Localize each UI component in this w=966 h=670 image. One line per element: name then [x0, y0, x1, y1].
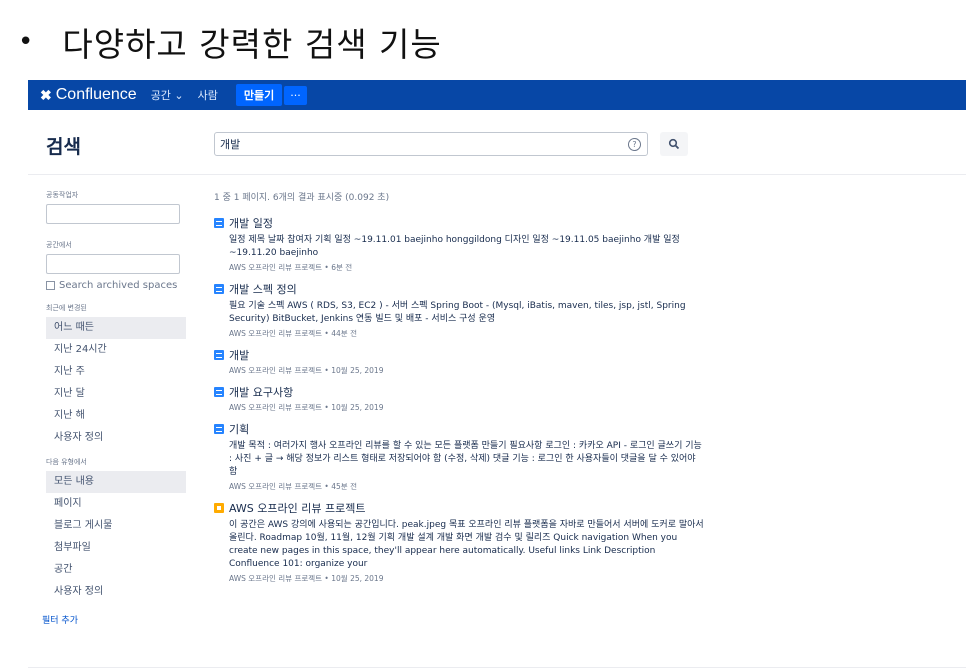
- confluence-window: ✖ Confluence 공간 ⌄ 사람 만들기 ··· 검색 개발 ? 공동작…: [28, 80, 966, 670]
- add-filter-link[interactable]: 필터 추가: [42, 613, 186, 626]
- modified-option-month[interactable]: 지난 달: [46, 383, 186, 405]
- create-button[interactable]: 만들기: [235, 84, 283, 106]
- filter-sidebar: 공동작업자 공간에서 Search archived spaces 최근에 변경…: [42, 190, 186, 626]
- space-filter-input[interactable]: [46, 254, 180, 274]
- page-icon: [214, 218, 224, 228]
- result-item: 개발 AWS 오프라인 리뷰 프로젝트 • 10월 25, 2019: [214, 347, 704, 376]
- page-icon: [214, 284, 224, 294]
- modified-option-24h[interactable]: 지난 24시간: [46, 339, 186, 361]
- help-icon[interactable]: ?: [628, 138, 641, 151]
- confluence-logo-text: Confluence: [55, 86, 137, 103]
- contributor-filter-input[interactable]: [46, 204, 180, 224]
- type-option-space[interactable]: 공간: [46, 559, 186, 581]
- result-item: 개발 일정 일정 제목 날짜 참여자 기획 일정 ~19.11.01 baeji…: [214, 215, 704, 273]
- search-results: 1 중 1 페이지. 6개의 결과 표시중 (0.092 초) 개발 일정 일정…: [214, 190, 704, 592]
- result-meta: AWS 오프라인 리뷰 프로젝트 • 10월 25, 2019: [229, 366, 384, 375]
- space-filter-label: 공간에서: [46, 241, 72, 249]
- search-header: 검색 개발 ?: [28, 124, 966, 175]
- result-meta: AWS 오프라인 리뷰 프로젝트 • 45분 전: [229, 482, 357, 491]
- type-option-attachment[interactable]: 첨부파일: [46, 537, 186, 559]
- page-icon: [214, 350, 224, 360]
- confluence-logo-icon: ✖: [40, 86, 52, 103]
- result-snippet: 이 공간은 AWS 강의에 사용되는 공간입니다. peak.jpeg 목표 오…: [229, 520, 704, 569]
- result-title[interactable]: 개발 일정: [229, 215, 273, 231]
- result-title[interactable]: AWS 오프라인 리뷰 프로젝트: [229, 500, 365, 516]
- confluence-logo[interactable]: ✖ Confluence: [40, 86, 137, 104]
- result-title[interactable]: 개발 스펙 정의: [229, 281, 297, 297]
- slide-bullet: •: [18, 27, 35, 57]
- main-nav: 공간 ⌄ 사람 만들기 ···: [151, 84, 307, 106]
- modified-filter-label: 최근에 변경된: [46, 304, 87, 312]
- search-icon: [668, 138, 680, 150]
- result-meta: AWS 오프라인 리뷰 프로젝트 • 10월 25, 2019: [229, 403, 384, 412]
- result-snippet: 개발 목적 : 여러가지 행사 오프라인 리뷰를 할 수 있는 모든 플랫폼 만…: [229, 441, 702, 477]
- nav-people[interactable]: 사람: [198, 87, 218, 103]
- result-item: 개발 스펙 정의 필요 기술 스펙 AWS ( RDS, S3, EC2 ) -…: [214, 281, 704, 339]
- top-navigation-bar: ✖ Confluence 공간 ⌄ 사람 만들기 ···: [28, 80, 966, 110]
- result-item: 기획 개발 목적 : 여러가지 행사 오프라인 리뷰를 할 수 있는 모든 플랫…: [214, 421, 704, 492]
- modified-option-year[interactable]: 지난 해: [46, 405, 186, 427]
- type-option-blog[interactable]: 블로그 게시물: [46, 515, 186, 537]
- type-option-all[interactable]: 모든 내용: [46, 471, 186, 493]
- result-snippet: 일정 제목 날짜 참여자 기획 일정 ~19.11.01 baejinho ho…: [229, 235, 680, 258]
- result-title[interactable]: 기획: [229, 421, 249, 437]
- result-title[interactable]: 개발: [229, 347, 249, 363]
- type-option-custom[interactable]: 사용자 정의: [46, 581, 186, 603]
- search-query: 개발: [220, 138, 241, 151]
- space-icon: [214, 503, 224, 513]
- archived-spaces-label: Search archived spaces: [59, 280, 178, 291]
- type-filter-label: 다음 유형에서: [46, 458, 87, 466]
- page-icon: [214, 387, 224, 397]
- slide-title: • 다양하고 강력한 검색 기능: [18, 18, 442, 66]
- footer-divider: [28, 667, 966, 668]
- slide-title-text: 다양하고 강력한 검색 기능: [62, 25, 442, 64]
- modified-option-any[interactable]: 어느 때든: [46, 317, 186, 339]
- nav-spaces[interactable]: 공간 ⌄: [151, 87, 184, 103]
- result-item: 개발 요구사항 AWS 오프라인 리뷰 프로젝트 • 10월 25, 2019: [214, 384, 704, 413]
- checkbox-icon: [46, 281, 55, 290]
- archived-spaces-checkbox[interactable]: Search archived spaces: [46, 280, 186, 291]
- result-meta: AWS 오프라인 리뷰 프로젝트 • 10월 25, 2019: [229, 574, 384, 583]
- contributor-filter-label: 공동작업자: [46, 191, 79, 199]
- modified-option-custom[interactable]: 사용자 정의: [46, 427, 186, 449]
- result-snippet: 필요 기술 스펙 AWS ( RDS, S3, EC2 ) - 서버 스펙 Sp…: [229, 301, 686, 324]
- page-icon: [214, 424, 224, 434]
- results-count: 1 중 1 페이지. 6개의 결과 표시중 (0.092 초): [214, 193, 390, 203]
- search-button[interactable]: [660, 132, 688, 156]
- result-item: AWS 오프라인 리뷰 프로젝트 이 공간은 AWS 강의에 사용되는 공간입니…: [214, 500, 704, 584]
- result-meta: AWS 오프라인 리뷰 프로젝트 • 6분 전: [229, 263, 353, 272]
- modified-option-week[interactable]: 지난 주: [46, 361, 186, 383]
- page-title: 검색: [46, 136, 81, 158]
- type-option-page[interactable]: 페이지: [46, 493, 186, 515]
- result-title[interactable]: 개발 요구사항: [229, 384, 293, 400]
- search-input[interactable]: 개발 ?: [214, 132, 648, 156]
- result-meta: AWS 오프라인 리뷰 프로젝트 • 44분 전: [229, 329, 357, 338]
- more-create-options-button[interactable]: ···: [284, 85, 307, 105]
